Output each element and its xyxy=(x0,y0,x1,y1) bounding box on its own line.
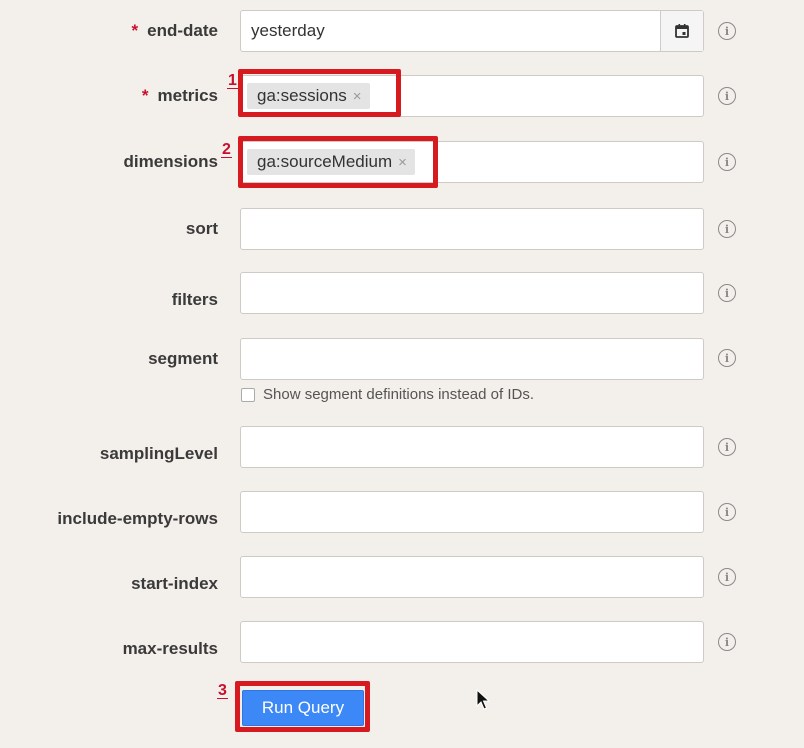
row-include-empty-rows: include-empty-rows i xyxy=(0,491,804,535)
max-results-info-icon[interactable]: i xyxy=(718,633,736,651)
segment-info-icon[interactable]: i xyxy=(718,349,736,367)
filters-label: filters xyxy=(171,290,218,309)
end-date-label: * end-date xyxy=(131,21,218,40)
end-date-input[interactable]: yesterday xyxy=(240,10,704,52)
start-index-label: start-index xyxy=(131,574,218,593)
segment-definitions-checkbox[interactable] xyxy=(241,387,255,402)
samplingLevel-label: samplingLevel xyxy=(99,444,218,463)
samplingLevel-input[interactable] xyxy=(240,426,704,468)
max-results-input[interactable] xyxy=(240,621,704,663)
row-sort: sort i xyxy=(0,207,804,251)
samplingLevel-info-icon[interactable]: i xyxy=(718,438,736,456)
sort-label: sort xyxy=(185,219,218,238)
row-filters: filters i xyxy=(0,272,804,316)
sort-input[interactable] xyxy=(240,208,704,250)
annotation-number-3: 3 xyxy=(217,682,228,699)
highlight-box-run-query xyxy=(235,681,370,732)
start-index-input[interactable] xyxy=(240,556,704,598)
segment-definitions-label: Show segment definitions instead of IDs. xyxy=(263,386,534,403)
row-segment: segment i xyxy=(0,337,804,381)
segment-label: segment xyxy=(148,349,218,368)
filters-input[interactable] xyxy=(240,272,704,314)
metrics-info-icon[interactable]: i xyxy=(718,87,736,105)
mouse-pointer-icon xyxy=(476,689,490,710)
required-marker: * xyxy=(141,86,149,105)
calendar-button[interactable] xyxy=(660,11,703,51)
dimensions-info-icon[interactable]: i xyxy=(718,153,736,171)
filters-info-icon[interactable]: i xyxy=(718,284,736,302)
segment-definitions-option[interactable]: Show segment definitions instead of IDs. xyxy=(241,386,534,403)
required-marker: * xyxy=(131,21,139,40)
start-index-info-icon[interactable]: i xyxy=(718,568,736,586)
metrics-label: * metrics xyxy=(141,86,218,105)
calendar-icon xyxy=(675,24,689,38)
highlight-box-metrics xyxy=(238,69,401,117)
include-empty-rows-input[interactable] xyxy=(240,491,704,533)
row-samplingLevel: samplingLevel i xyxy=(0,426,804,470)
row-start-index: start-index i xyxy=(0,556,804,600)
highlight-box-dimensions xyxy=(238,136,438,188)
max-results-label: max-results xyxy=(122,639,218,658)
end-date-info-icon[interactable]: i xyxy=(718,22,736,40)
row-metrics: * metrics ga:sessions × i xyxy=(0,74,804,118)
segment-input[interactable] xyxy=(240,338,704,380)
annotation-number-1: 1 xyxy=(227,72,238,89)
sort-info-icon[interactable]: i xyxy=(718,220,736,238)
include-empty-rows-info-icon[interactable]: i xyxy=(718,503,736,521)
include-empty-rows-label: include-empty-rows xyxy=(57,509,218,528)
row-end-date: * end-date yesterday i xyxy=(0,10,804,52)
annotation-number-2: 2 xyxy=(221,141,232,158)
row-max-results: max-results i xyxy=(0,621,804,665)
dimensions-label: dimensions xyxy=(123,152,218,171)
